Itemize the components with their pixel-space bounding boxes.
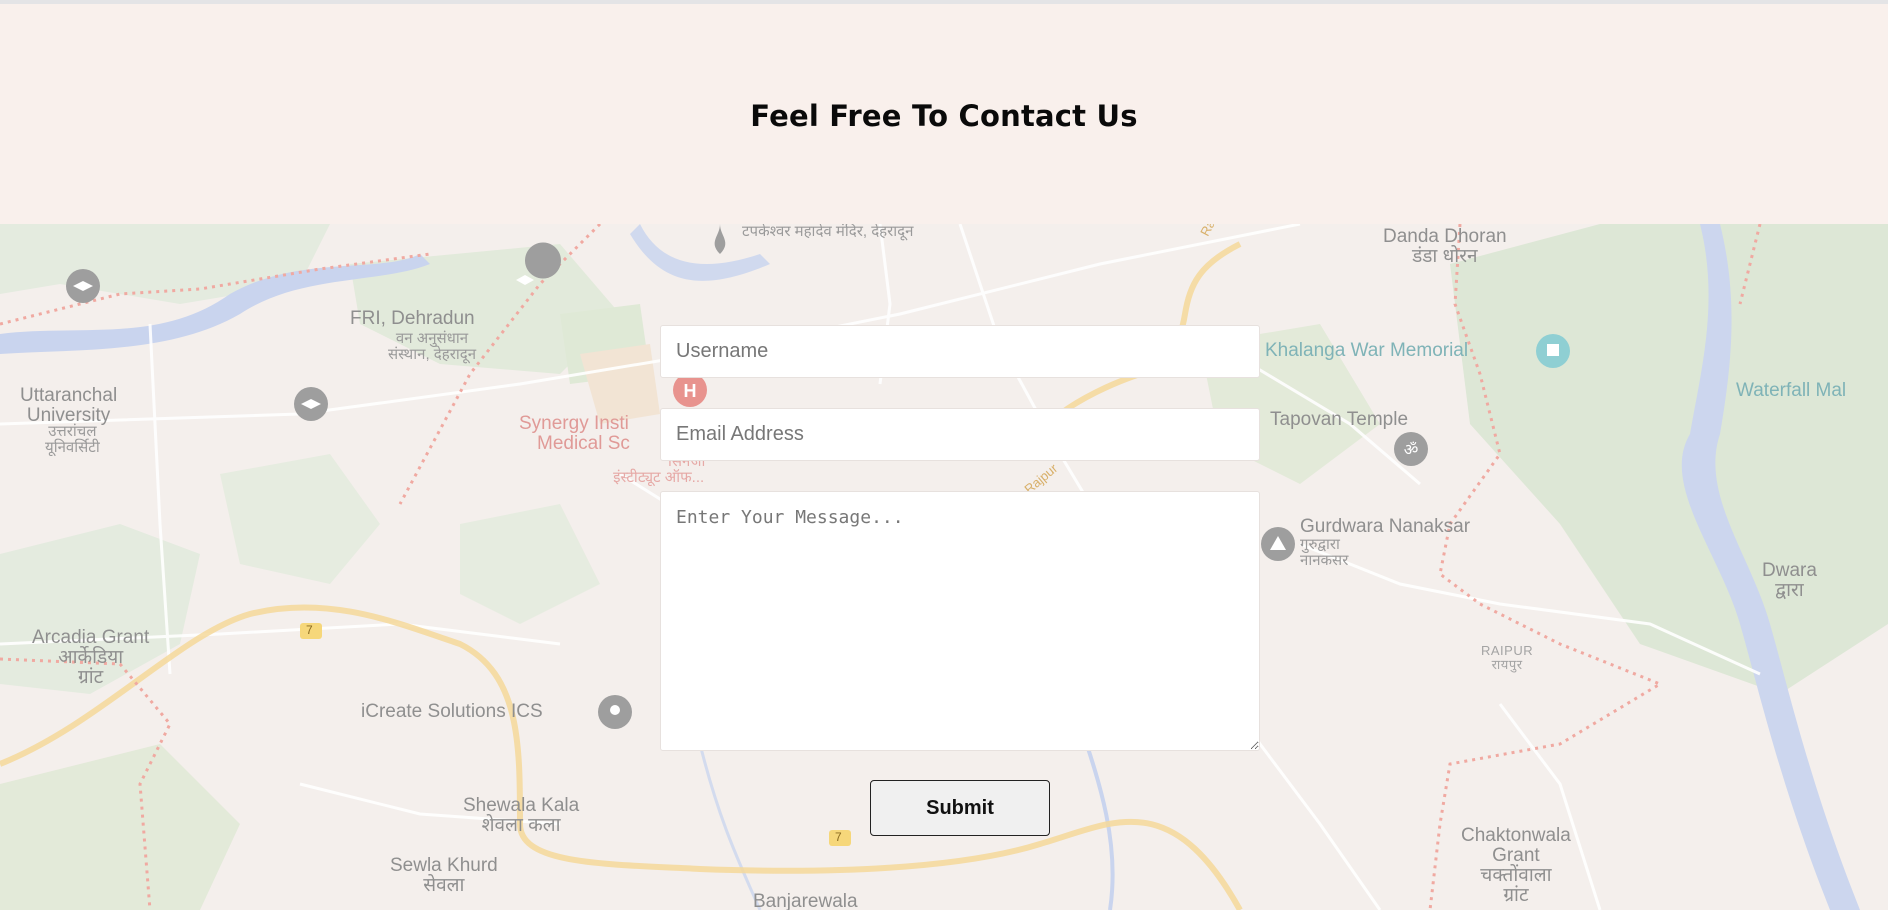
map-label-text: Waterfall Mal [1736, 380, 1847, 401]
map-label-sewla: Sewla Khurd सेवला [390, 856, 498, 896]
map-label-text: RAIPUR [1481, 643, 1534, 658]
map-label-text: iCreate Solutions ICS [361, 701, 543, 722]
map-label-fri-hindi: वन अनुसंधान संस्थान, देहरादून [388, 331, 476, 363]
route-number: 7 [306, 623, 313, 637]
email-input[interactable] [660, 408, 1260, 461]
map-label-text: Shewala Kala [463, 795, 580, 816]
map-label-uttaranchal: Uttaranchal University [20, 386, 117, 426]
map-label-chaktonwala: Chaktonwala Grant चक्तोंवाला ग्रांट [1461, 826, 1571, 906]
map-label-text-hindi: ग्रांट [78, 666, 104, 688]
username-input[interactable] [660, 325, 1260, 378]
map-label-text-hindi: वन अनुसंधान [395, 330, 469, 347]
map-label-danda-dhoran: Danda Dhoran डंडा धोरन [1383, 227, 1507, 267]
map-label-text: Khalanga War Memorial [1265, 340, 1469, 361]
gurdwara-icon[interactable] [1261, 527, 1295, 561]
map-label-fri: FRI, Dehradun [350, 309, 475, 329]
map-label-shewala: Shewala Kala शेवला कला [463, 796, 579, 836]
map-label-text: Danda Dhoran [1383, 226, 1507, 247]
map-label-tapovan: Tapovan Temple [1270, 410, 1408, 430]
map-label-text-hindi: यूनिवर्सिटी [45, 438, 100, 456]
hospital-icon[interactable]: H [673, 373, 707, 407]
temple-icon[interactable] [714, 224, 726, 254]
map-label-raipur: RAIPUR रायपुर [1481, 644, 1533, 671]
map-label-text: Gurdwara Nanaksar [1300, 516, 1471, 537]
map-label-text-hindi: डंडा धोरन [1412, 245, 1478, 267]
map-label-text-hindi: रायपुर [1491, 656, 1523, 672]
map-label-text: Synergy Insti [519, 413, 629, 434]
svg-text:H: H [684, 381, 697, 401]
map-label-text-hindi: गुरुद्वारा [1300, 536, 1340, 553]
map-label-text: Uttaranchal [20, 385, 118, 406]
monument-icon[interactable] [1536, 334, 1570, 368]
map-label-synergy: Synergy Insti Medical Sc [519, 414, 630, 454]
map-label-khalanga: Khalanga War Memorial [1265, 341, 1468, 361]
map-label-text-hindi: संस्थान, देहरादून [388, 345, 477, 363]
map-label-text: Arcadia Grant [32, 627, 150, 648]
message-textarea[interactable] [660, 491, 1260, 751]
route-shield-label: 7 [835, 831, 842, 844]
map-label-waterfall: Waterfall Mal [1736, 381, 1846, 401]
map-label-text: Banjarewala [753, 891, 858, 910]
map-label-gurdwara-hindi: गुरुद्वारा नानकसर [1300, 537, 1348, 569]
map-label-text-hindi: आर्केडिया [58, 646, 124, 668]
map-label-text-hindi: नानकसर [1300, 551, 1349, 569]
svg-text:ॐ: ॐ [1404, 440, 1419, 459]
map-label-arcadia: Arcadia Grant आर्केडिया ग्रांट [32, 628, 149, 688]
map-label-text: Dwara [1762, 560, 1817, 581]
map-label-text-hindi: द्वारा [1775, 579, 1804, 601]
submit-button[interactable]: Submit [870, 780, 1050, 836]
map-label-text-hindi: सेवला [423, 874, 465, 896]
graduation-cap-icon[interactable] [66, 269, 100, 303]
map-label-icreate: iCreate Solutions ICS [361, 702, 543, 722]
om-icon[interactable]: ॐ [1394, 432, 1428, 466]
map-label-text: Tapovan Temple [1270, 409, 1409, 430]
graduation-cap-icon[interactable] [294, 387, 328, 421]
location-pin-icon[interactable] [598, 695, 632, 729]
map-label-text-hindi: शेवला कला [481, 814, 561, 836]
route-shield-label: 7 [306, 624, 313, 637]
map-label-text: Medical Sc [537, 432, 630, 454]
map-label-tapkeshwar: टपकेश्वर महादेव मंदिर, देहरादून [742, 224, 913, 240]
map-label-text: Grant [1492, 844, 1540, 866]
map-label-dwara: Dwara द्वारा [1762, 561, 1817, 601]
map-label-text-hindi: इंस्टीट्यूट ऑफ... [613, 468, 705, 486]
map-label-uttaranchal-hindi: उत्तरांचल यूनिवर्सिटी [45, 424, 100, 456]
map-label-text-hindi: चक्तोंवाला [1480, 864, 1552, 886]
map-label-text: टपकेश्वर महादेव मंदिर, देहरादून [742, 224, 914, 240]
map-label-banjarewala: Banjarewala [753, 892, 858, 910]
route-number: 7 [835, 830, 842, 844]
map-label-gurdwara: Gurdwara Nanaksar [1300, 517, 1470, 537]
map-label-text-hindi: उत्तरांचल [48, 423, 97, 440]
page-title: Feel Free To Contact Us [750, 98, 1138, 133]
map-label-text: Chaktonwala [1461, 825, 1571, 846]
map-label-text-hindi: ग्रांट [1503, 884, 1529, 906]
contact-header: Feel Free To Contact Us [0, 4, 1888, 224]
map-label-text: Sewla Khurd [390, 855, 498, 876]
map-label-text: FRI, Dehradun [350, 308, 475, 329]
